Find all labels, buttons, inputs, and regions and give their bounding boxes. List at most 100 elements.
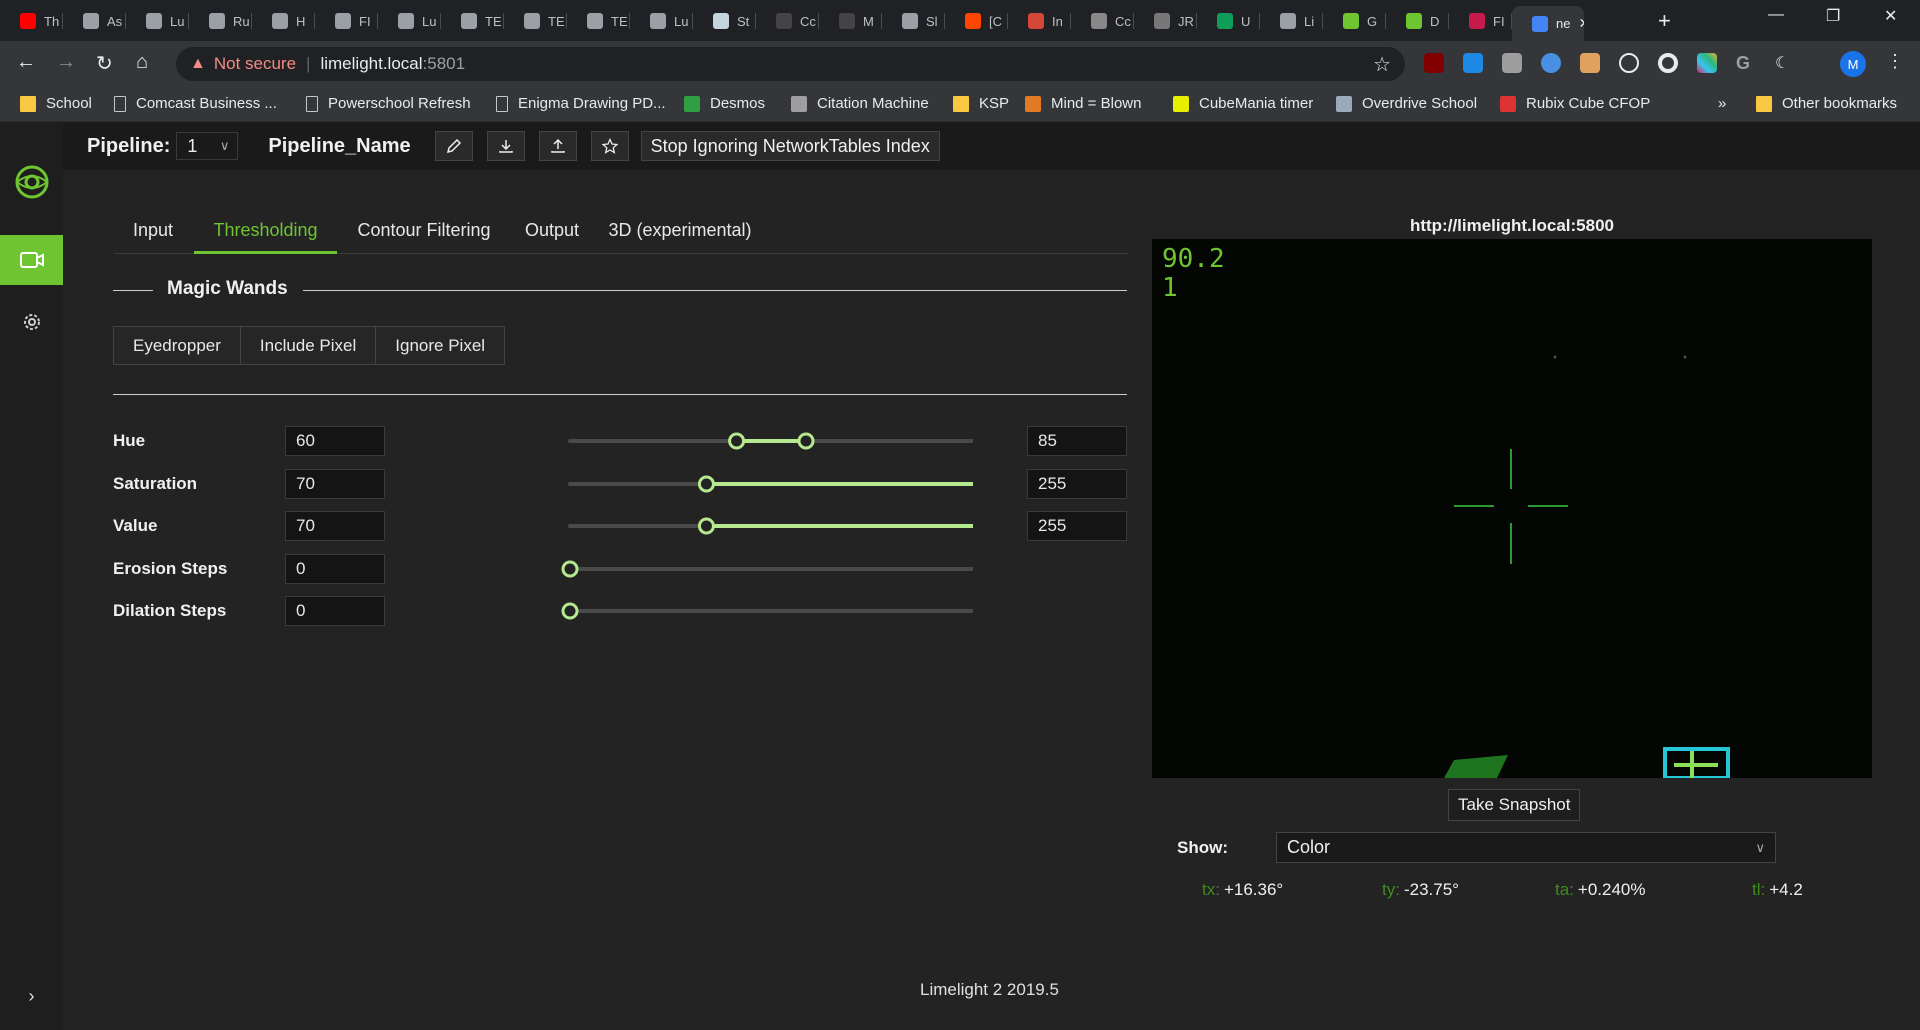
chat-extension-icon[interactable]	[1502, 53, 1522, 73]
browser-tab[interactable]: ne ✕	[1512, 6, 1584, 41]
browser-tab[interactable]: Ru	[189, 8, 252, 34]
slider-max-handle[interactable]	[797, 432, 815, 450]
browser-tab[interactable]: Lu	[630, 8, 693, 34]
browser-tab[interactable]: St	[693, 8, 756, 34]
dilation-input[interactable]: 0	[285, 596, 385, 626]
moon-extension-icon[interactable]: ☾	[1775, 53, 1795, 73]
restore-button[interactable]: ❐	[1826, 6, 1840, 26]
bookmark-item[interactable]: Mind = Blown	[1025, 95, 1141, 112]
bookmark-item[interactable]: Overdrive School	[1336, 95, 1477, 112]
bookmark-item[interactable]: KSP	[953, 95, 1009, 112]
other-bookmarks[interactable]: Other bookmarks	[1756, 95, 1897, 112]
value-min-input[interactable]: 70	[285, 511, 385, 541]
sidebar-item-camera[interactable]	[0, 235, 63, 285]
hue-max-input[interactable]: 85	[1027, 426, 1127, 456]
menu-icon[interactable]: ⋮	[1886, 51, 1904, 72]
browser-tab[interactable]: Li	[1260, 8, 1323, 34]
value-max-input[interactable]: 255	[1027, 511, 1127, 541]
close-tab-icon[interactable]: ✕	[1578, 15, 1584, 32]
edit-button[interactable]	[434, 131, 473, 161]
close-window-button[interactable]: ✕	[1884, 6, 1897, 26]
include-pixel-button[interactable]: Include Pixel	[240, 327, 377, 364]
browser-tab[interactable]: Cc	[756, 8, 819, 34]
saturation-max-input[interactable]: 255	[1027, 469, 1127, 499]
google-extension-icon[interactable]: G	[1736, 53, 1756, 73]
back-icon[interactable]: ←	[16, 51, 36, 74]
new-tab-button[interactable]: +	[1658, 8, 1671, 34]
bookmark-item[interactable]: Enigma Drawing PD...	[496, 95, 666, 112]
saturation-min-input[interactable]: 70	[285, 469, 385, 499]
slack-extension-icon[interactable]	[1697, 53, 1717, 73]
pipeline-select[interactable]: 1 ∨	[176, 132, 239, 160]
home-icon[interactable]: ⌂	[136, 51, 148, 74]
browser-tab[interactable]: FI	[1449, 8, 1512, 34]
slider-min-handle[interactable]	[697, 475, 715, 493]
favorite-button[interactable]	[590, 131, 629, 161]
bookmark-item[interactable]: School	[20, 95, 92, 112]
browser-tab[interactable]: [C	[945, 8, 1008, 34]
forward-icon[interactable]: →	[56, 51, 76, 74]
ignore-pixel-button[interactable]: Ignore Pixel	[376, 327, 505, 364]
slider-min-handle[interactable]	[697, 517, 715, 535]
profile-avatar[interactable]: M	[1840, 51, 1866, 77]
browser-tab[interactable]: FI	[315, 8, 378, 34]
eyedropper-button[interactable]: Eyedropper	[114, 327, 241, 364]
tab-output[interactable]: Output	[512, 208, 592, 254]
browser-tab[interactable]: TE	[504, 8, 567, 34]
browser-tab[interactable]: Th	[0, 8, 63, 34]
hue-min-input[interactable]: 60	[285, 426, 385, 456]
saturation-range-slider[interactable]	[453, 469, 973, 499]
erosion-input[interactable]: 0	[285, 554, 385, 584]
browser-tab[interactable]: H	[252, 8, 315, 34]
ring-extension-icon[interactable]	[1658, 53, 1678, 73]
browser-tab[interactable]: Sl	[882, 8, 945, 34]
tab-3d[interactable]: 3D (experimental)	[600, 208, 760, 254]
stop-ignoring-nt-button[interactable]: Stop Ignoring NetworkTables Index	[640, 131, 940, 161]
browser-tab[interactable]: M	[819, 8, 882, 34]
erosion-slider[interactable]	[453, 554, 973, 584]
browser-tab[interactable]: TE	[567, 8, 630, 34]
browser-tab[interactable]: Lu	[378, 8, 441, 34]
upload-button[interactable]	[538, 131, 577, 161]
value-range-slider[interactable]	[453, 511, 973, 541]
bookmark-item[interactable]: CubeMania timer	[1173, 95, 1313, 112]
hue-range-slider[interactable]	[453, 426, 973, 456]
circle-extension-icon[interactable]	[1619, 53, 1639, 73]
browser-tab[interactable]: JR	[1134, 8, 1197, 34]
bookmark-item[interactable]: Comcast Business ...	[114, 95, 277, 112]
s-extension-icon[interactable]	[1463, 53, 1483, 73]
face-extension-icon[interactable]	[1580, 53, 1600, 73]
address-bar[interactable]: ▲ Not secure | limelight.local:5801 ☆	[176, 47, 1405, 81]
reload-icon[interactable]: ↻	[96, 51, 113, 76]
bookmark-item[interactable]: Desmos	[684, 95, 765, 112]
bookmarks-overflow-button[interactable]: »	[1718, 95, 1726, 112]
tab-favicon-icon	[1028, 13, 1044, 29]
ublock-extension-icon[interactable]	[1424, 53, 1444, 73]
expand-sidebar-icon[interactable]: ›	[0, 986, 63, 1007]
bookmark-item[interactable]: Citation Machine	[791, 95, 929, 112]
take-snapshot-button[interactable]: Take Snapshot	[1448, 789, 1581, 821]
browser-tab[interactable]: TE	[441, 8, 504, 34]
browser-tab[interactable]: Cc	[1071, 8, 1134, 34]
bookmark-item[interactable]: Rubix Cube CFOP	[1500, 95, 1650, 112]
slider-handle[interactable]	[561, 560, 579, 578]
browser-tab[interactable]: Lu	[126, 8, 189, 34]
bookmark-star-icon[interactable]: ☆	[1373, 52, 1391, 77]
browser-tab[interactable]: In	[1008, 8, 1071, 34]
browser-tab[interactable]: G	[1323, 8, 1386, 34]
check-extension-icon[interactable]	[1541, 53, 1561, 73]
browser-tab[interactable]: U	[1197, 8, 1260, 34]
slider-handle[interactable]	[561, 602, 579, 620]
download-button[interactable]	[486, 131, 525, 161]
bookmark-item[interactable]: Powerschool Refresh	[306, 95, 471, 112]
tab-contour-filtering[interactable]: Contour Filtering	[344, 208, 504, 254]
sidebar-item-settings[interactable]	[0, 304, 63, 340]
tab-input[interactable]: Input	[114, 208, 192, 254]
browser-tab[interactable]: As	[63, 8, 126, 34]
tab-thresholding[interactable]: Thresholding	[194, 208, 337, 254]
browser-tab[interactable]: D	[1386, 8, 1449, 34]
minimize-button[interactable]: —	[1768, 6, 1784, 24]
show-select[interactable]: Color ∨	[1276, 832, 1776, 863]
slider-min-handle[interactable]	[728, 432, 746, 450]
dilation-slider[interactable]	[453, 596, 973, 626]
